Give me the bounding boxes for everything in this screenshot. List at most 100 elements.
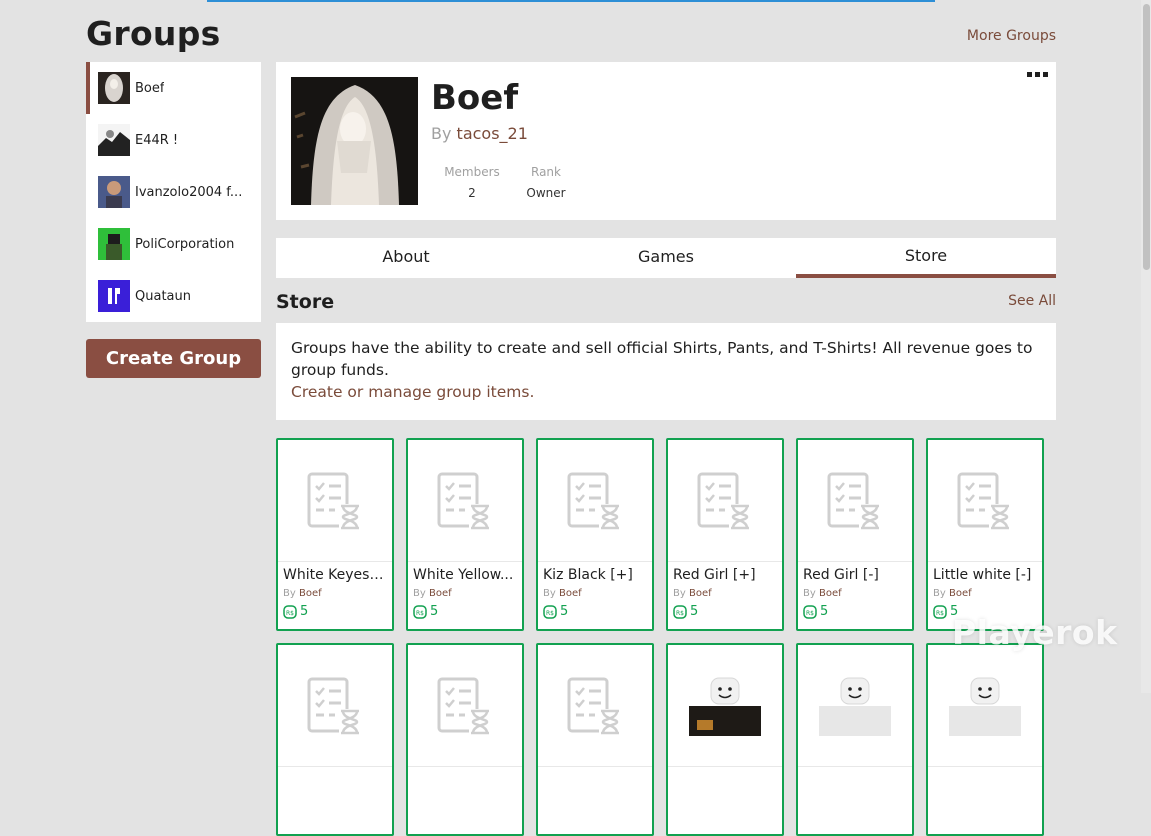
store-item-card[interactable] [926,643,1044,836]
pending-item-icon [827,472,881,530]
pending-item-icon [307,677,361,735]
members-label: Members [444,165,500,179]
store-item-card[interactable] [536,643,654,836]
see-all-link[interactable]: See All [1008,293,1056,309]
store-item-card[interactable]: White Keyes ... By Boef R$ 5 [276,438,394,631]
item-creator-line: By Boef [538,583,652,599]
svg-text:R$: R$ [806,610,814,617]
item-thumbnail [928,440,1042,562]
group-thumb-policorporation [98,228,130,260]
group-item-ivanzolo[interactable]: Ivanzolo2004 f... [86,166,261,218]
group-name: Quataun [135,288,191,304]
group-item-boef[interactable]: Boef [86,62,261,114]
item-creator-line: By Boef [668,583,782,599]
item-name: Red Girl [-] [803,567,879,583]
item-creator-link[interactable]: Boef [689,588,712,599]
scrollbar[interactable] [1141,0,1151,693]
top-accent-bar [207,0,935,2]
item-price-value: 5 [430,604,439,619]
item-price: R$ 5 [538,599,652,619]
scrollbar-thumb[interactable] [1143,4,1150,270]
robux-icon: R$ [283,604,297,619]
group-thumb-quataun [98,280,130,312]
tab-games[interactable]: Games [536,238,796,278]
item-creator-link[interactable]: Boef [819,588,842,599]
group-item-quataun[interactable]: Quataun [86,270,261,322]
item-thumbnail [538,645,652,767]
store-item-card[interactable]: Kiz Black [+] By Boef R$ 5 [536,438,654,631]
store-item-card[interactable]: White Yellow... By Boef R$ 5 [406,438,524,631]
by-prefix: By [431,124,452,143]
avatar-thumbnail [949,677,1021,736]
group-thumb-ivanzolo [98,176,130,208]
group-list: Boef E44R ! Ivanzolo2004 f... PoliCorpor… [86,62,261,322]
item-by-prefix: By [283,588,296,599]
item-creator-link[interactable]: Boef [949,588,972,599]
item-price-value: 5 [560,604,569,619]
item-creator-line: By Boef [928,583,1042,599]
svg-text:R$: R$ [546,610,554,617]
robux-icon: R$ [803,604,817,619]
item-name: Kiz Black [+] [543,567,633,583]
item-price-value: 5 [300,604,309,619]
group-emblem [291,77,418,205]
store-item-card[interactable] [406,643,524,836]
item-by-prefix: By [543,588,556,599]
item-creator-line: By Boef [278,583,392,599]
pending-item-icon [307,472,361,530]
item-thumbnail [278,440,392,562]
group-name: Boef [135,80,165,96]
store-item-card[interactable]: Red Girl [+] By Boef R$ 5 [666,438,784,631]
item-price-value: 5 [820,604,829,619]
store-item-card[interactable] [796,643,914,836]
item-thumbnail [798,440,912,562]
group-item-policorporation[interactable]: PoliCorporation [86,218,261,270]
item-by-prefix: By [933,588,946,599]
item-creator-link[interactable]: Boef [299,588,322,599]
store-info-text: Groups have the ability to create and se… [291,339,1033,379]
svg-text:R$: R$ [936,610,944,617]
rank-value: Owner [526,186,566,200]
pending-item-icon [567,472,621,530]
group-header: Boef By tacos_21 Members 2 Rank Owner [276,62,1056,220]
group-name-heading: Boef [431,78,519,118]
item-creator-link[interactable]: Boef [559,588,582,599]
store-item-card[interactable]: Red Girl [-] By Boef R$ 5 [796,438,914,631]
item-creator-link[interactable]: Boef [429,588,452,599]
group-item-e44r[interactable]: E44R ! [86,114,261,166]
more-groups-link[interactable]: More Groups [967,28,1056,44]
item-creator-line: By Boef [408,583,522,599]
store-item-card[interactable] [666,643,784,836]
group-owner-link[interactable]: tacos_21 [457,124,528,143]
manage-items-link[interactable]: Create or manage group items. [291,381,1041,403]
item-name: White Yellow... [413,567,514,583]
pending-item-icon [437,677,491,735]
pending-item-icon [697,472,751,530]
item-thumbnail [408,440,522,562]
more-options-icon[interactable] [1027,72,1048,77]
item-creator-line [798,772,912,777]
group-thumb-e44r [98,124,130,156]
avatar-thumbnail [689,677,761,736]
rank-label: Rank [531,165,561,179]
item-thumbnail [668,645,782,767]
tab-about[interactable]: About [276,238,536,278]
pending-item-icon [957,472,1011,530]
members-count: 2 [468,186,476,200]
item-thumbnail [798,645,912,767]
item-price: R$ 5 [278,599,392,619]
page-title: Groups [86,14,221,53]
store-item-card[interactable]: Little white [-] By Boef R$ 5 [926,438,1044,631]
robux-icon: R$ [543,604,557,619]
item-price: R$ 5 [408,599,522,619]
store-item-card[interactable] [276,643,394,836]
robux-icon: R$ [413,604,427,619]
avatar-thumbnail [819,677,891,736]
create-group-button[interactable]: Create Group [86,339,261,378]
tab-store[interactable]: Store [796,238,1056,278]
robux-icon: R$ [673,604,687,619]
item-by-prefix: By [803,588,816,599]
watermark: Playerok [952,613,1118,652]
group-name: PoliCorporation [135,236,235,252]
item-thumbnail [668,440,782,562]
